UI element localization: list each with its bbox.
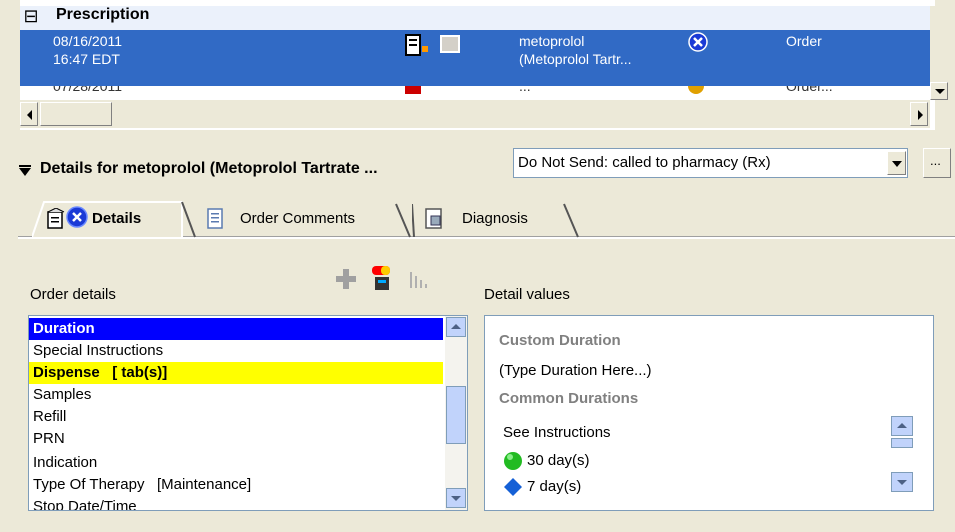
add-icon[interactable] [335, 268, 357, 290]
send-reason-dropdown[interactable]: Do Not Send: called to pharmacy (Rx) [513, 148, 908, 178]
order-date: 08/16/2011 [53, 33, 123, 49]
order-details-list[interactable]: Duration Special Instructions Dispense [… [28, 315, 468, 511]
list-item-duration[interactable]: Duration [33, 318, 95, 340]
comments-icon [207, 208, 223, 229]
list-item[interactable]: Indication [33, 452, 97, 474]
tab-details[interactable]: Details [32, 200, 197, 238]
scroll-down-button[interactable] [891, 472, 913, 492]
medication-generic: (Metoprolol Tartr... [519, 51, 632, 67]
custom-duration-input[interactable]: (Type Duration Here...) [499, 362, 652, 379]
prescription-section-header[interactable] [20, 6, 930, 30]
tab-label: Details [92, 210, 142, 227]
list-item[interactable]: Special Instructions [33, 340, 163, 362]
medication-pill-icon[interactable] [370, 264, 394, 292]
details-header: Details for metoprolol (Metoprolol Tartr… [40, 160, 378, 177]
medication-name: ... [519, 86, 531, 94]
print-status-icon [405, 34, 428, 56]
tab-label: Diagnosis [462, 210, 528, 227]
option-label: 30 day(s) [527, 452, 590, 469]
duration-option[interactable]: See Instructions [503, 424, 611, 441]
discontinued-x-icon [66, 206, 88, 228]
order-status: Order [786, 33, 822, 49]
order-details-label: Order details [30, 286, 116, 303]
tab-diagnosis[interactable]: Diagnosis [412, 200, 582, 238]
scroll-thumb[interactable] [40, 102, 112, 126]
list-item-dispense[interactable]: Dispense [ tab(s)] [33, 362, 167, 384]
grid-vertical-scrollbar[interactable] [930, 6, 948, 100]
tab-order-comments[interactable]: Order Comments [200, 200, 412, 238]
common-durations-heading: Common Durations [499, 390, 639, 407]
status-icon [688, 86, 704, 94]
scroll-down-button[interactable] [930, 82, 948, 100]
detail-values-label: Detail values [484, 286, 570, 303]
list-item[interactable]: PRN [33, 428, 65, 450]
scroll-left-button[interactable] [20, 102, 38, 126]
order-date: 07/28/2011 [53, 86, 123, 94]
ellipsis-label: ... [930, 153, 941, 168]
grid-horizontal-scrollbar[interactable] [20, 100, 930, 128]
custom-duration-heading: Custom Duration [499, 332, 621, 349]
scroll-up-button[interactable] [891, 416, 913, 436]
list-item[interactable]: Stop Date/Time [33, 496, 137, 510]
table-row[interactable]: 07/28/2011 ... Order... [20, 86, 930, 100]
diagnosis-icon [425, 208, 442, 229]
print-status-icon [405, 86, 421, 94]
list-item[interactable]: Refill [33, 406, 66, 428]
tab-label: Order Comments [240, 210, 356, 227]
scroll-up-button[interactable] [446, 317, 466, 337]
section-title: Prescription [56, 6, 150, 23]
scroll-thumb[interactable] [446, 386, 466, 444]
scroll-down-button[interactable] [446, 488, 466, 508]
send-reason-value: Do Not Send: called to pharmacy (Rx) [518, 154, 771, 171]
collapse-icon[interactable]: ⊟ [22, 6, 40, 26]
discontinued-x-icon [688, 32, 708, 52]
order-time: 16:47 EDT [53, 51, 120, 67]
option-label: 7 day(s) [527, 478, 582, 495]
blue-diamond-icon [504, 478, 522, 496]
values-scrollbar[interactable] [889, 414, 917, 494]
table-row-selected[interactable]: 08/16/2011 16:47 EDT metoprolol (Metopro… [20, 30, 930, 86]
collapse-arrow-icon[interactable] [18, 165, 32, 177]
dropdown-arrow-button[interactable] [887, 151, 906, 175]
chart-bars-icon[interactable] [408, 270, 430, 290]
medication-name: metoprolol [519, 33, 585, 49]
green-circle-icon [504, 452, 522, 470]
ellipsis-button[interactable]: ... [923, 148, 951, 178]
list-scrollbar[interactable] [445, 316, 467, 510]
scroll-right-button[interactable] [910, 102, 928, 126]
list-item[interactable]: Type Of Therapy [Maintenance] [33, 474, 251, 496]
order-status: Order... [786, 86, 833, 94]
detail-values-panel: Custom Duration (Type Duration Here...) … [484, 315, 934, 511]
details-doc-icon [47, 208, 65, 229]
list-item[interactable]: Samples [33, 384, 91, 406]
row-checkbox[interactable] [440, 35, 460, 53]
scroll-thumb[interactable] [891, 438, 913, 448]
